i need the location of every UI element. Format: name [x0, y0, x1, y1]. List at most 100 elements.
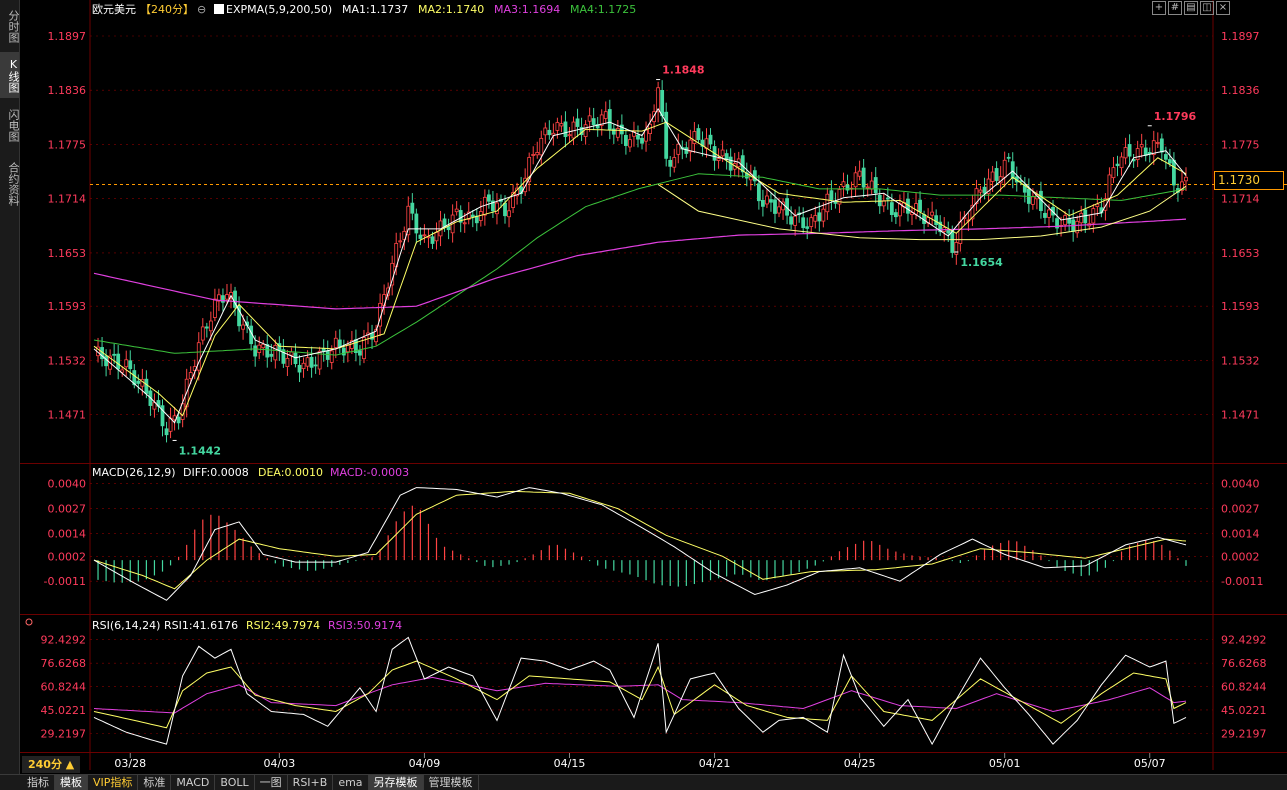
- candle-body: [829, 190, 834, 200]
- tab-one-chart[interactable]: 一图: [255, 774, 288, 790]
- tab-boll[interactable]: BOLL: [215, 774, 255, 790]
- candle-body: [470, 214, 475, 218]
- candlestick-series: [96, 80, 1188, 443]
- rsi1-line: [93, 636, 1187, 746]
- candle-body: [531, 154, 536, 156]
- candle-body: [833, 201, 838, 204]
- candle-body: [495, 202, 499, 215]
- candle-body: [418, 234, 423, 239]
- ma4-line: [93, 173, 1187, 356]
- split-icon[interactable]: ◫: [1200, 1, 1214, 15]
- tab-template[interactable]: 模板: [55, 774, 88, 790]
- candle-body: [793, 215, 798, 226]
- candle-body: [696, 128, 701, 141]
- candle-body: [1172, 159, 1176, 186]
- y-tick-label-left: 60.8244: [41, 681, 87, 694]
- candle-body: [765, 195, 769, 205]
- candle-body: [692, 131, 697, 144]
- y-tick-label-left: 1.1532: [48, 354, 87, 367]
- bottom-toolbar: 指标 模板 VIP指标 标准 MACD BOLL 一图 RSI+B ema 另存…: [0, 774, 1287, 790]
- y-tick-label-right: 29.2197: [1221, 727, 1267, 740]
- candle-body: [708, 134, 713, 145]
- chart-canvas[interactable]: 1.1897 1.1897 1.1836 1.1836 1.1775 1.1775 1.17…: [0, 0, 1287, 774]
- candle-body: [603, 111, 608, 119]
- indicator-name: EXPMA(5,9,200,50): [226, 3, 332, 16]
- candle-body: [805, 226, 810, 229]
- tab-standard[interactable]: 标准: [138, 774, 172, 790]
- low-label: 1.1442: [179, 444, 221, 457]
- candle-body: [358, 350, 362, 356]
- candle-body: [112, 353, 117, 356]
- candle-body: [668, 159, 673, 167]
- candle-body: [116, 353, 121, 370]
- candle-body: [869, 180, 874, 190]
- panel-toggle-icon[interactable]: [25, 618, 33, 626]
- ma2-line: [93, 121, 1187, 417]
- grid-icon[interactable]: #: [1168, 1, 1182, 15]
- candle-body: [176, 416, 181, 424]
- y-tick-label-left: 76.6268: [41, 657, 87, 670]
- tab-vip-indicator[interactable]: VIP指标: [88, 774, 139, 790]
- candle-body: [720, 149, 725, 157]
- tab-manage-template[interactable]: 管理模板: [424, 774, 479, 790]
- candle-body: [325, 350, 330, 360]
- candle-body: [990, 171, 995, 182]
- candle-body: [136, 380, 141, 384]
- candle-body: [1115, 163, 1120, 167]
- candle-body: [1111, 167, 1116, 179]
- y-tick-label-right: 1.1471: [1221, 409, 1260, 422]
- ma3-value: MA3:1.1694: [494, 3, 560, 16]
- candle-body: [1043, 212, 1047, 218]
- y-tick-label-right: 0.0027: [1221, 503, 1260, 516]
- crosshair-icon[interactable]: +: [1152, 1, 1166, 15]
- candle-body: [994, 168, 999, 181]
- candle-body: [305, 357, 310, 367]
- candle-body: [398, 240, 403, 243]
- rsi1-value: RSI1:41.6176: [164, 619, 238, 632]
- candle-body: [946, 230, 951, 234]
- ma3-line: [93, 218, 1187, 310]
- ma1-line: [93, 107, 1187, 424]
- tab-ema[interactable]: ema: [333, 774, 369, 790]
- candle-body: [761, 199, 765, 207]
- layout-icon[interactable]: ▤: [1184, 1, 1198, 15]
- y-tick-label-left: 1.1775: [48, 138, 87, 151]
- x-tick-label: 05/01: [989, 757, 1021, 770]
- candle-body: [1127, 144, 1132, 157]
- indicator-picture-icon[interactable]: [214, 4, 224, 14]
- candle-body: [414, 213, 419, 234]
- high-label: 1.1848: [662, 64, 704, 77]
- candle-body: [547, 129, 552, 136]
- candle-body: [434, 231, 439, 242]
- candle-body: [861, 167, 866, 188]
- candle-body: [1107, 174, 1112, 199]
- y-tick-label-right: 1.1593: [1221, 300, 1260, 313]
- y-tick-label-right: 1.1714: [1221, 193, 1260, 206]
- candle-body: [446, 226, 451, 231]
- hand-drawn-arc: [657, 183, 1187, 241]
- y-tick-label-right: 1.1532: [1221, 354, 1260, 367]
- candle-body: [1006, 156, 1011, 159]
- tab-indicator[interactable]: 指标: [22, 774, 55, 790]
- candle-body: [309, 356, 314, 368]
- candle-body: [1119, 156, 1124, 169]
- tab-rsi-b[interactable]: RSI+B: [288, 774, 334, 790]
- close-icon[interactable]: ×: [1216, 1, 1230, 15]
- ma4-value: MA4:1.1725: [570, 3, 636, 16]
- candle-body: [430, 236, 435, 244]
- y-tick-label-right: 1.1775: [1221, 138, 1260, 151]
- y-tick-label-left: 1.1714: [48, 193, 87, 206]
- y-tick-label-right: 45.0221: [1221, 704, 1267, 717]
- minimize-icon[interactable]: ⊖: [197, 3, 206, 16]
- candle-body: [301, 362, 306, 370]
- tab-macd[interactable]: MACD: [171, 774, 216, 790]
- candle-body: [1123, 147, 1128, 159]
- macd-value: MACD:-0.0003: [330, 466, 409, 479]
- candle-body: [918, 199, 922, 213]
- rsi2-line: [93, 660, 1187, 729]
- tab-save-template[interactable]: 另存模板: [368, 774, 424, 790]
- candle-body: [265, 344, 270, 358]
- period-selector[interactable]: 240分 ▲: [22, 756, 80, 773]
- candle-body: [817, 212, 822, 222]
- candle-body: [873, 177, 878, 194]
